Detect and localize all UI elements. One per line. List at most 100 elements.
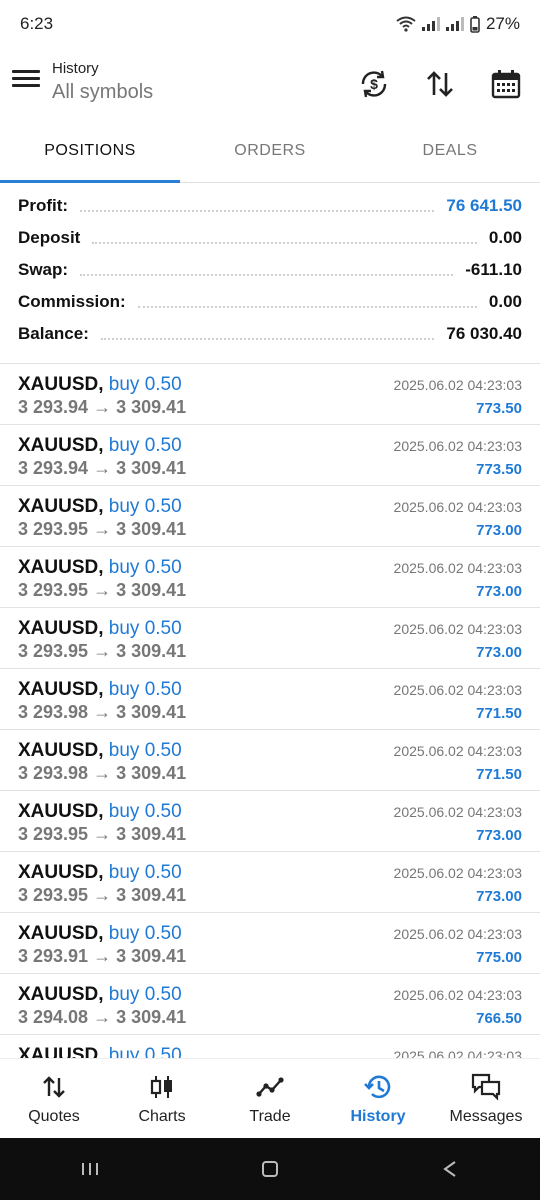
deal-prices: 3 293.95 → 3 309.41: [18, 580, 187, 600]
status-bar: 6:23 27%: [0, 0, 540, 48]
deal-time: 2025.06.02 04:23:03: [393, 438, 522, 454]
deal-profit: 771.50: [476, 705, 522, 722]
deal-symbol: XAUUSD,: [18, 374, 104, 395]
calendar-icon[interactable]: [490, 68, 522, 100]
deal-prices: 3 293.95 → 3 309.41: [18, 519, 187, 539]
deal-profit: 773.00: [476, 583, 522, 600]
deal-symbol: XAUUSD,: [18, 435, 104, 456]
deal-time: 2025.06.02 04:23:03: [393, 865, 522, 881]
deal-prices: 3 294.08 → 3 309.41: [18, 1007, 187, 1027]
deal-symbol: XAUUSD,: [18, 740, 104, 761]
deal-side: buy 0.50: [108, 374, 182, 395]
top-bar: History All symbols $: [0, 48, 540, 120]
balance-value: 76 030.40: [446, 324, 522, 343]
list-item[interactable]: XAUUSD, buy 0.50 3 293.98 → 3 309.41 202…: [0, 730, 540, 791]
list-item[interactable]: XAUUSD, buy 0.50 3 293.95 → 3 309.41 202…: [0, 852, 540, 913]
commission-value: 0.00: [488, 292, 522, 311]
summary-deposit-row: Deposit 0.00: [0, 222, 540, 254]
profit-label: Profit:: [18, 196, 69, 215]
nav-quotes[interactable]: Quotes: [0, 1059, 108, 1139]
deals-list[interactable]: XAUUSD, buy 0.50 3 293.94 → 3 309.41 202…: [0, 364, 540, 1058]
deal-time: 2025.06.02 04:23:03: [393, 743, 522, 759]
history-icon: [364, 1075, 391, 1099]
tab-positions[interactable]: POSITIONS: [0, 120, 180, 183]
deal-symbol: XAUUSD,: [18, 679, 104, 700]
deal-profit: 773.00: [476, 522, 522, 539]
deal-symbol: XAUUSD,: [18, 984, 104, 1005]
svg-text:$: $: [370, 76, 378, 92]
dotted-leader: [80, 209, 435, 212]
tab-orders[interactable]: ORDERS: [180, 120, 360, 182]
list-item[interactable]: XAUUSD, buy 0.50 3 293.95 → 3 309.41 202…: [0, 486, 540, 547]
page-title: History: [52, 60, 99, 77]
deal-prices: 3 293.98 → 3 309.41: [18, 702, 187, 722]
deal-side: buy 0.50: [108, 862, 182, 883]
deal-time: 2025.06.02 04:23:03: [393, 377, 522, 393]
deal-prices: 3 293.95 → 3 309.41: [18, 824, 187, 844]
charts-icon: [150, 1076, 172, 1098]
deal-prices: 3 293.98 → 3 309.41: [18, 763, 187, 783]
quotes-icon: [43, 1076, 65, 1098]
system-nav-bar: [0, 1138, 540, 1200]
tab-deals[interactable]: DEALS: [360, 120, 540, 182]
nav-history[interactable]: History: [324, 1059, 432, 1139]
back-icon: [443, 1161, 456, 1177]
battery-icon: [470, 15, 480, 33]
title-block[interactable]: History All symbols: [52, 60, 153, 104]
deal-prices: 3 293.94 → 3 309.41: [18, 458, 187, 478]
status-time: 6:23: [20, 14, 54, 33]
deal-time: 2025.06.02 04:23:03: [393, 987, 522, 1003]
nav-messages[interactable]: Messages: [432, 1059, 540, 1139]
nav-charts[interactable]: Charts: [108, 1059, 216, 1139]
deal-profit: 766.50: [476, 1010, 522, 1027]
deal-side: buy 0.50: [108, 801, 182, 822]
list-item[interactable]: XAUUSD, buy 0.50 3 294.08 → 3 309.41 202…: [0, 974, 540, 1035]
deal-profit: 773.50: [476, 400, 522, 417]
list-item[interactable]: XAUUSD, buy 0.50 3 293.94 → 3 309.41 202…: [0, 364, 540, 425]
deal-side: buy 0.50: [108, 557, 182, 578]
dotted-leader: [80, 273, 454, 276]
summary-swap-row: Swap: -611.10: [0, 254, 540, 286]
trade-icon: [256, 1077, 284, 1097]
deal-symbol: XAUUSD,: [18, 496, 104, 517]
recent-apps-icon: [82, 1163, 98, 1175]
deal-symbol: XAUUSD,: [18, 862, 104, 883]
list-item[interactable]: XAUUSD, buy 0.50 3 293.94 → 3 309.41 202…: [0, 425, 540, 486]
swap-label: Swap:: [18, 260, 69, 279]
list-item[interactable]: XAUUSD, buy 0.50 3 293.95 → 3 309.41 202…: [0, 608, 540, 669]
list-item[interactable]: XAUUSD, buy 0.50 2025.06.02 04:23:03: [0, 1035, 540, 1058]
deal-symbol: XAUUSD,: [18, 557, 104, 578]
home-button[interactable]: [255, 1154, 285, 1184]
deal-profit: 771.50: [476, 766, 522, 783]
deal-time: 2025.06.02 04:23:03: [393, 621, 522, 637]
list-item[interactable]: XAUUSD, buy 0.50 3 293.95 → 3 309.41 202…: [0, 547, 540, 608]
deal-time: 2025.06.02 04:23:03: [393, 926, 522, 942]
list-item[interactable]: XAUUSD, buy 0.50 3 293.95 → 3 309.41 202…: [0, 791, 540, 852]
sort-icon[interactable]: [424, 68, 456, 100]
deal-time: 2025.06.02 04:23:03: [393, 804, 522, 820]
bottom-nav: Quotes Charts Trade History Messages: [0, 1058, 540, 1139]
menu-icon[interactable]: [12, 66, 40, 96]
nav-messages-label: Messages: [449, 1108, 523, 1125]
recent-apps-button[interactable]: [75, 1154, 105, 1184]
back-button[interactable]: [435, 1154, 465, 1184]
summary-profit-row: Profit: 76 641.50: [0, 190, 540, 222]
list-item[interactable]: XAUUSD, buy 0.50 3 293.98 → 3 309.41 202…: [0, 669, 540, 730]
list-item[interactable]: XAUUSD, buy 0.50 3 293.91 → 3 309.41 202…: [0, 913, 540, 974]
profit-value: 76 641.50: [446, 196, 522, 215]
status-icons: 27%: [396, 14, 520, 34]
signal-icon: [421, 17, 440, 31]
history-tabs: POSITIONS ORDERS DEALS: [0, 120, 540, 183]
deposit-value: 0.00: [488, 228, 522, 247]
deal-prices: 3 293.94 → 3 309.41: [18, 397, 187, 417]
dotted-leader: [137, 305, 477, 308]
nav-trade[interactable]: Trade: [216, 1059, 324, 1139]
currency-exchange-icon[interactable]: $: [358, 68, 390, 100]
nav-charts-label: Charts: [138, 1108, 186, 1125]
deal-side: buy 0.50: [108, 1045, 182, 1058]
deal-symbol: XAUUSD,: [18, 801, 104, 822]
messages-icon: [471, 1073, 501, 1101]
battery-level: 27%: [485, 14, 520, 33]
deal-prices: 3 293.95 → 3 309.41: [18, 885, 187, 905]
deal-side: buy 0.50: [108, 679, 182, 700]
